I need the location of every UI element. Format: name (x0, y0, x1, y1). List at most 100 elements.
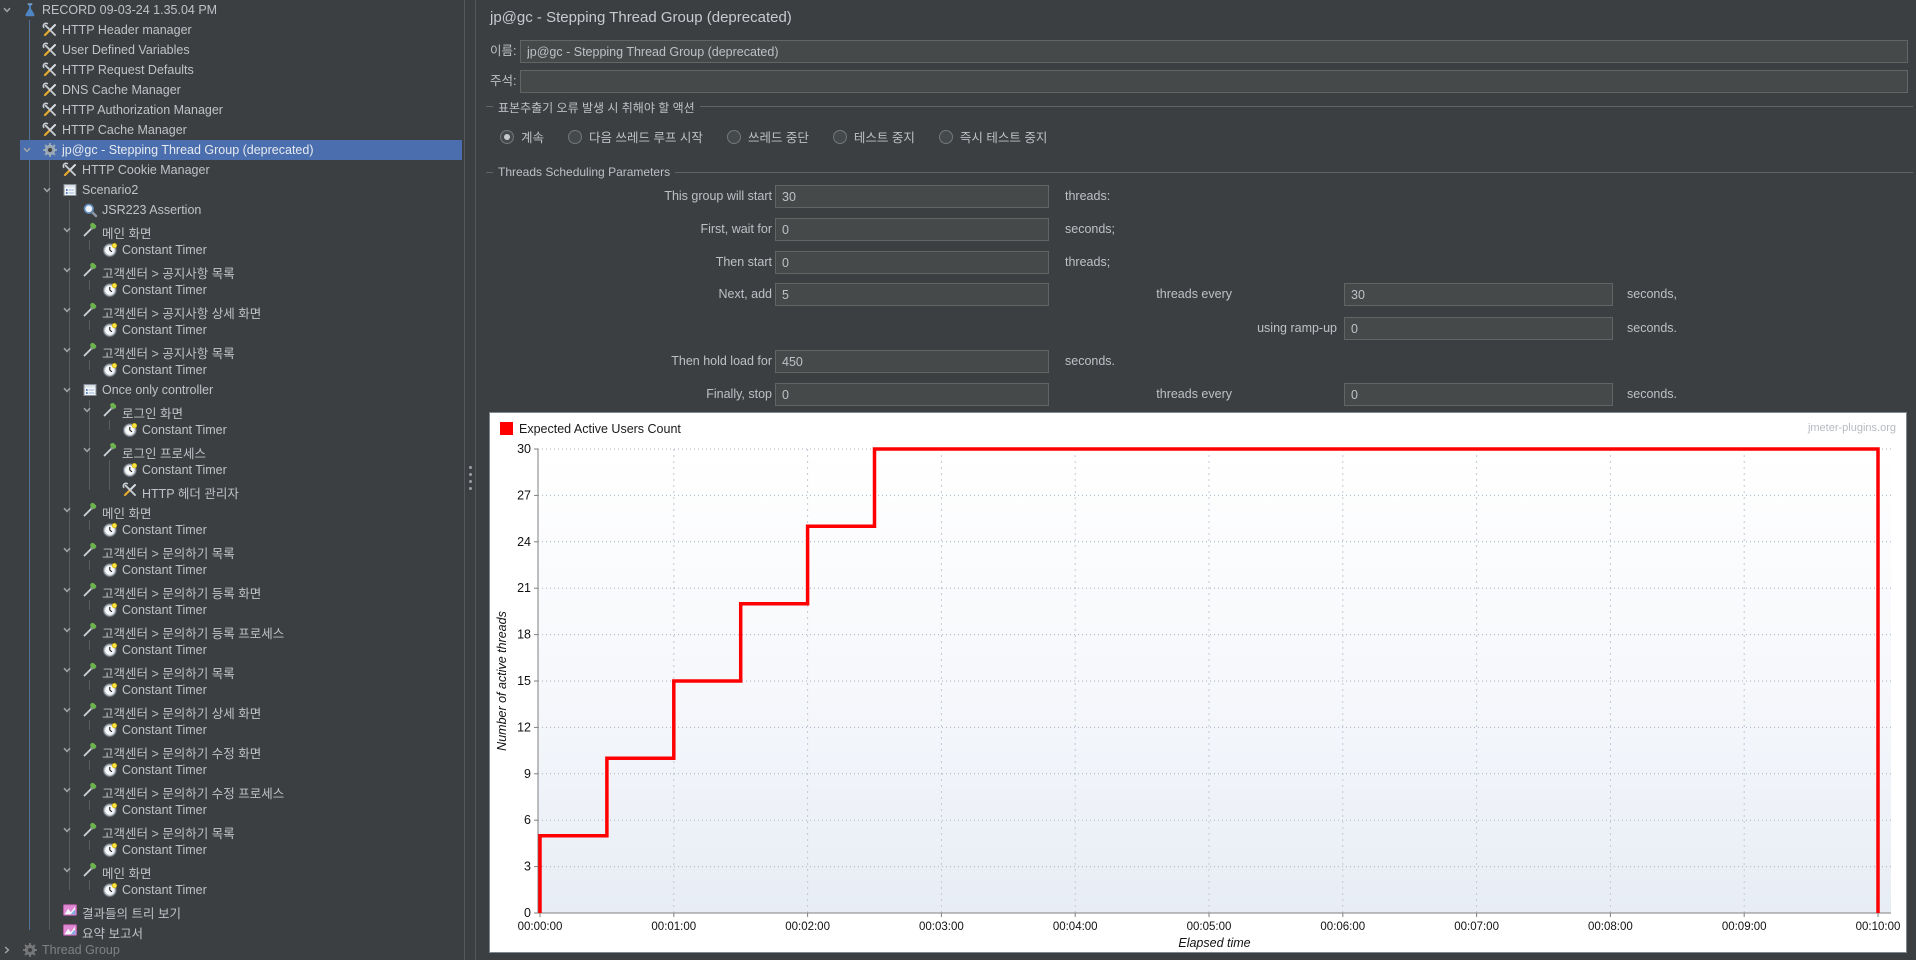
tree-item[interactable]: 메인 화면 (0, 860, 462, 881)
tree-item[interactable]: Constant Timer (0, 600, 462, 620)
sampler-pipette-icon (102, 442, 118, 458)
tree-item-label: Constant Timer (122, 243, 207, 257)
error-action-radio-0[interactable]: 계속 (500, 127, 544, 146)
error-action-radio-1[interactable]: 다음 쓰레드 루프 시작 (568, 127, 703, 146)
radio-unselected-icon[interactable] (832, 129, 847, 144)
tree-item[interactable]: Constant Timer (0, 680, 462, 700)
chevron-down-icon[interactable] (62, 225, 72, 235)
radio-selected-icon[interactable] (500, 129, 514, 144)
panel-splitter[interactable] (462, 0, 481, 960)
tree-item[interactable]: Constant Timer (0, 840, 462, 860)
chevron-down-icon[interactable] (62, 865, 72, 875)
tree-item[interactable]: Constant Timer (0, 320, 462, 340)
tree-item[interactable]: HTTP Request Defaults (0, 60, 462, 80)
tree-item[interactable]: 고객센터 > 문의하기 목록 (0, 660, 462, 681)
tree-item[interactable]: 요약 보고서 (0, 920, 462, 941)
chevron-down-icon[interactable] (62, 545, 72, 555)
tree-item[interactable]: Constant Timer (0, 760, 462, 780)
tree-item[interactable]: 고객센터 > 문의하기 목록 (0, 820, 462, 841)
error-action-radio-3[interactable]: 테스트 중지 (832, 127, 915, 146)
chevron-down-icon[interactable] (22, 145, 32, 155)
tree-item[interactable]: HTTP Cookie Manager (0, 160, 462, 180)
sampler-pipette-icon (82, 622, 98, 638)
tree-item[interactable]: JSR223 Assertion (0, 200, 462, 220)
tree-item[interactable]: Thread Group (0, 940, 462, 960)
comment-input[interactable] (520, 70, 1908, 93)
chevron-down-icon[interactable] (62, 625, 72, 635)
name-input[interactable] (520, 40, 1908, 63)
tree-item[interactable]: jp@gc - Stepping Thread Group (deprecate… (0, 140, 462, 160)
tree-item[interactable]: RECORD 09-03-24 1.35.04 PM (0, 0, 462, 20)
tree-item[interactable]: Constant Timer (0, 240, 462, 260)
radio-unselected-icon[interactable] (938, 129, 953, 144)
tree-item[interactable]: 메인 화면 (0, 220, 462, 241)
chevron-down-icon[interactable] (62, 825, 72, 835)
error-action-radio-2[interactable]: 쓰레드 중단 (726, 127, 809, 146)
tree-item[interactable]: HTTP Header manager (0, 20, 462, 40)
tree-item[interactable]: Scenario2 (0, 180, 462, 200)
chevron-down-icon[interactable] (62, 385, 72, 395)
tree-item[interactable]: 고객센터 > 공지사항 목록 (0, 340, 462, 361)
sampler-pipette-icon (82, 702, 98, 718)
svg-text:6: 6 (524, 813, 531, 827)
tree-item[interactable]: Constant Timer (0, 280, 462, 300)
start-threads-input[interactable] (775, 251, 1049, 274)
radio-unselected-icon[interactable] (568, 129, 583, 144)
tree-item[interactable]: Constant Timer (0, 460, 462, 480)
tree-item[interactable]: DNS Cache Manager (0, 80, 462, 100)
tree-item[interactable]: Constant Timer (0, 560, 462, 580)
chevron-down-icon[interactable] (2, 5, 12, 15)
tree-item[interactable]: Constant Timer (0, 420, 462, 440)
chevron-down-icon[interactable] (82, 445, 92, 455)
tree-item[interactable]: 고객센터 > 문의하기 수정 화면 (0, 740, 462, 761)
chevron-down-icon[interactable] (62, 265, 72, 275)
chevron-right-icon[interactable] (2, 945, 12, 955)
chevron-down-icon[interactable] (62, 305, 72, 315)
tree-item[interactable]: 고객센터 > 문의하기 상세 화면 (0, 700, 462, 721)
tree-item-label: Constant Timer (142, 423, 227, 437)
splitter-grip-icon[interactable] (469, 466, 472, 469)
chevron-down-icon[interactable] (62, 785, 72, 795)
tree-item[interactable]: HTTP 헤더 관리자 (0, 480, 462, 501)
hold-load-input[interactable] (775, 350, 1049, 373)
chevron-down-icon[interactable] (82, 405, 92, 415)
tree-item[interactable]: Constant Timer (0, 880, 462, 900)
tree-item[interactable]: 고객센터 > 문의하기 수정 프로세스 (0, 780, 462, 801)
chevron-down-icon[interactable] (62, 585, 72, 595)
chevron-down-icon[interactable] (62, 505, 72, 515)
tree-item[interactable]: 결과들의 트리 보기 (0, 900, 462, 921)
tree-item[interactable]: 고객센터 > 공지사항 목록 (0, 260, 462, 281)
tree-item[interactable]: 로그인 화면 (0, 400, 462, 421)
threads-count-input[interactable] (775, 185, 1049, 208)
tree-item[interactable]: Constant Timer (0, 800, 462, 820)
tree-item[interactable]: Constant Timer (0, 720, 462, 740)
stop-interval-input[interactable] (1344, 383, 1613, 406)
chevron-down-icon[interactable] (62, 745, 72, 755)
tree-item[interactable]: 메인 화면 (0, 500, 462, 521)
svg-text:00:03:00: 00:03:00 (919, 921, 964, 933)
tree-item[interactable]: User Defined Variables (0, 40, 462, 60)
tree-item[interactable]: 고객센터 > 문의하기 등록 화면 (0, 580, 462, 601)
tree-item[interactable]: 고객센터 > 공지사항 상세 화면 (0, 300, 462, 321)
increment-interval-input[interactable] (1344, 283, 1613, 306)
tree-item[interactable]: HTTP Cache Manager (0, 120, 462, 140)
scheduling-label: Next, add (718, 287, 772, 301)
tree-item[interactable]: Once only controller (0, 380, 462, 400)
tree-item[interactable]: 고객센터 > 문의하기 등록 프로세스 (0, 620, 462, 641)
tree-item[interactable]: HTTP Authorization Manager (0, 100, 462, 120)
tree-item[interactable]: Constant Timer (0, 360, 462, 380)
tree-item[interactable]: Constant Timer (0, 640, 462, 660)
chevron-down-icon[interactable] (62, 345, 72, 355)
rampup-seconds-input[interactable] (1344, 317, 1613, 340)
radio-unselected-icon[interactable] (726, 129, 741, 144)
y-axis-label: Number of active threads (495, 611, 509, 751)
chevron-down-icon[interactable] (42, 185, 52, 195)
error-action-radio-4[interactable]: 즉시 테스트 중지 (938, 127, 1047, 146)
initial-delay-input[interactable] (775, 218, 1049, 241)
tree-item[interactable]: 로그인 프로세스 (0, 440, 462, 461)
tree-item-label: Thread Group (42, 943, 120, 957)
tree-item[interactable]: 고객센터 > 문의하기 목록 (0, 540, 462, 561)
chevron-down-icon[interactable] (62, 705, 72, 715)
tree-item[interactable]: Constant Timer (0, 520, 462, 540)
chevron-down-icon[interactable] (62, 665, 72, 675)
